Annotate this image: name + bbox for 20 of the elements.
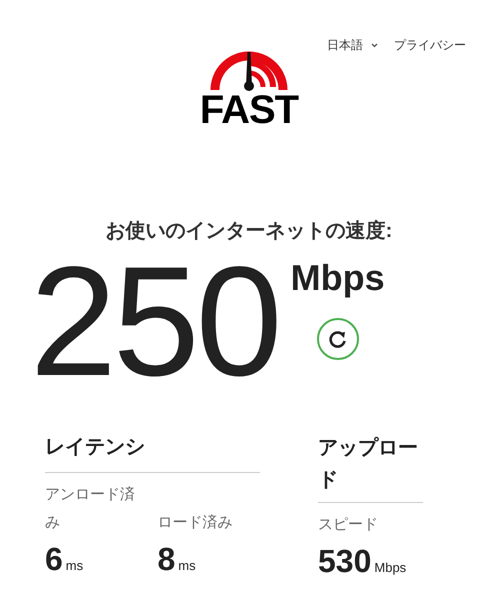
- metric-value: 6: [45, 543, 63, 575]
- metric-value: 8: [158, 543, 176, 575]
- speed-title: お使いのインターネットの速度:: [104, 218, 394, 244]
- metric-unit: Mbps: [374, 559, 406, 577]
- upload-title: アップロード: [318, 432, 423, 503]
- metric-value: 530: [318, 545, 372, 577]
- speed-unit: Mbps: [290, 260, 385, 296]
- refresh-button[interactable]: [316, 318, 359, 360]
- metric-unit: ms: [66, 557, 84, 575]
- refresh-icon: [328, 329, 348, 349]
- metric-label: ロード済み: [158, 513, 234, 533]
- metric-label: スピード: [318, 515, 379, 535]
- metric-label: アンロード済み: [45, 485, 136, 533]
- metric-unit: ms: [178, 557, 196, 575]
- language-selector[interactable]: 日本語: [327, 36, 378, 54]
- logo-text: FAST: [200, 90, 298, 130]
- latency-title: レイテンシ: [45, 432, 260, 473]
- privacy-link[interactable]: プライバシー: [394, 36, 466, 54]
- speed-value: 250: [30, 252, 279, 392]
- chevron-down-icon: [371, 42, 378, 48]
